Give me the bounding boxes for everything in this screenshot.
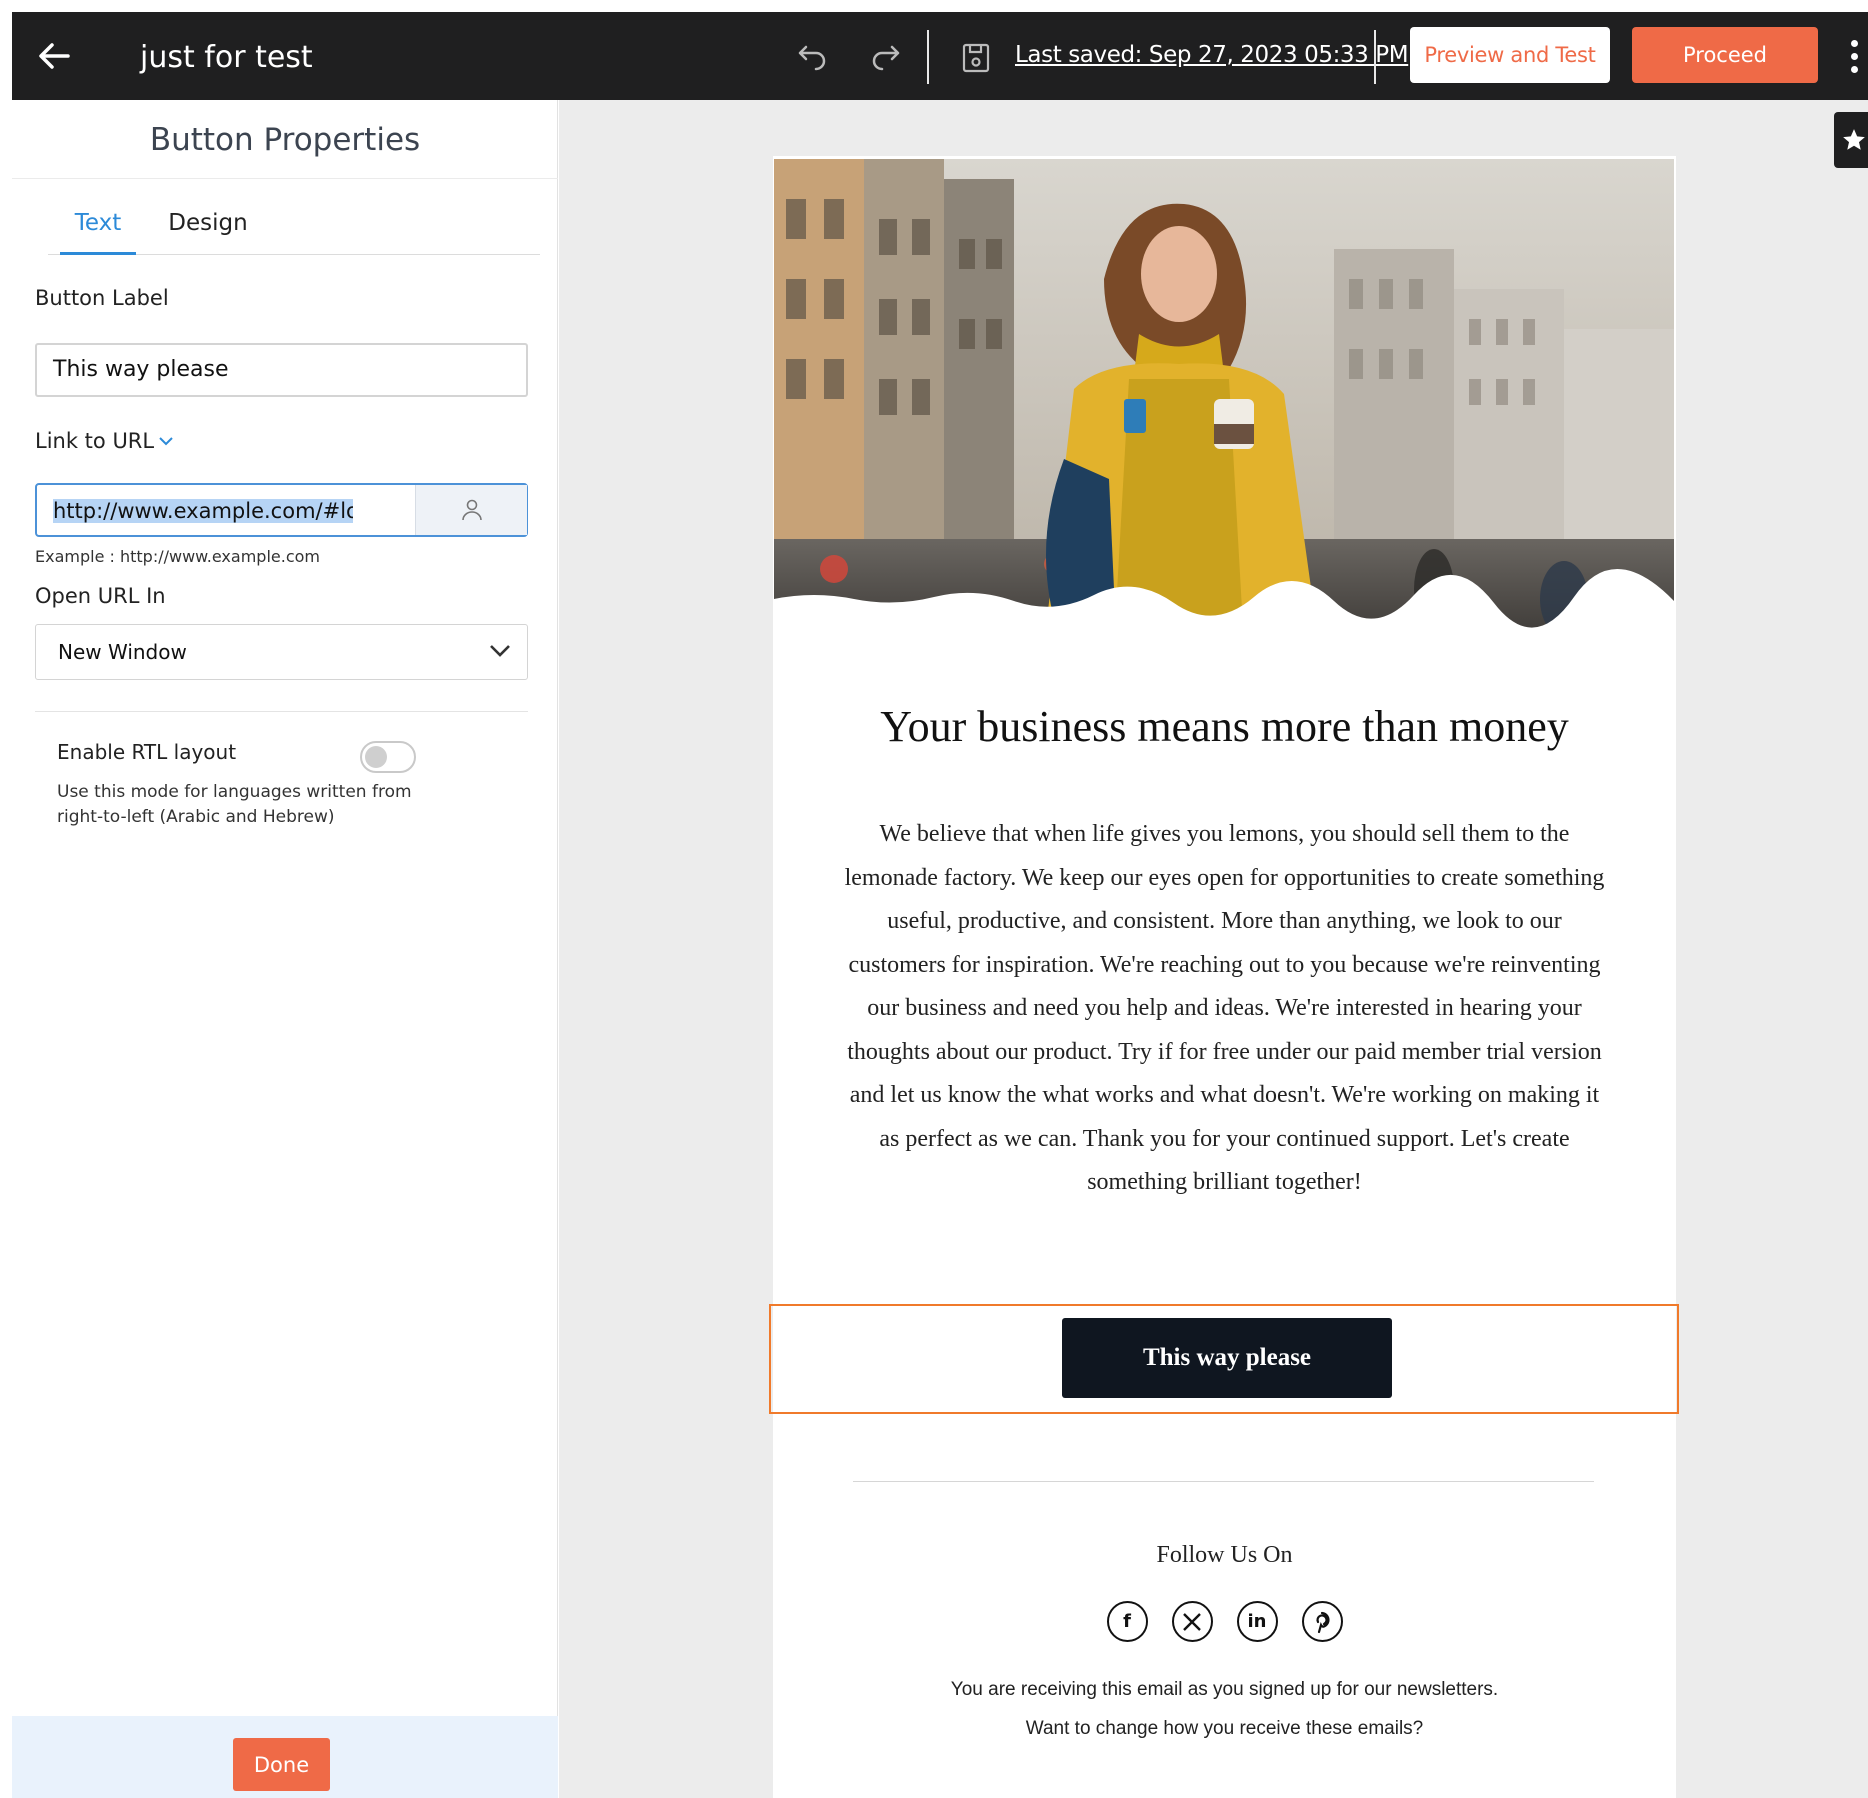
- link-to-url-label: Link to URL: [35, 429, 155, 453]
- url-hint: Example : http://www.example.com: [35, 547, 320, 566]
- last-saved-link[interactable]: Last saved: Sep 27, 2023 05:33 PM: [1015, 42, 1409, 68]
- open-url-in-label: Open URL In: [35, 584, 166, 608]
- facebook-icon[interactable]: f: [1106, 1601, 1148, 1642]
- divider: [927, 30, 929, 84]
- follow-us-label: Follow Us On: [1156, 1542, 1293, 1568]
- email-preview: Your business means more than money We b…: [769, 156, 1679, 1798]
- pinterest-icon[interactable]: [1301, 1601, 1343, 1642]
- top-bar: just for test Last saved: Sep 27, 2023 0…: [12, 12, 1868, 100]
- undo-icon[interactable]: [792, 38, 832, 78]
- open-url-in-value: New Window: [58, 640, 187, 664]
- divider: [12, 178, 558, 179]
- url-input[interactable]: http://www.example.com/#loloya: [53, 499, 353, 523]
- newsletter-notice: You are receiving this email as you sign…: [950, 1679, 1499, 1700]
- cta-button[interactable]: This way please: [1062, 1318, 1392, 1398]
- divider: [35, 711, 528, 712]
- hero-image[interactable]: [774, 159, 1674, 645]
- panel-footer: Done: [12, 1716, 558, 1798]
- url-field[interactable]: http://www.example.com/#loloya: [35, 483, 528, 537]
- redo-icon[interactable]: [866, 38, 906, 78]
- more-options-icon[interactable]: [1842, 32, 1866, 80]
- button-label-title: Button Label: [35, 286, 169, 310]
- star-icon[interactable]: [1834, 112, 1868, 168]
- tab-design[interactable]: Design: [160, 210, 256, 255]
- email-headline[interactable]: Your business means more than money: [773, 701, 1676, 752]
- linkedin-icon[interactable]: in: [1236, 1601, 1278, 1642]
- social-icons: f in: [773, 1601, 1676, 1645]
- rtl-toggle[interactable]: [360, 741, 416, 773]
- panel-title: Button Properties: [149, 122, 421, 158]
- chevron-down-icon: [490, 645, 510, 657]
- button-label-input[interactable]: This way please: [35, 343, 528, 397]
- preview-and-test-button[interactable]: Preview and Test: [1410, 27, 1610, 83]
- save-icon[interactable]: [956, 38, 996, 78]
- selected-button-block[interactable]: This way please: [769, 1304, 1679, 1414]
- rtl-description: Use this mode for languages written from…: [57, 782, 412, 827]
- toggle-knob: [365, 746, 387, 768]
- chevron-down-icon: [159, 437, 173, 446]
- campaign-title: just for test: [140, 40, 313, 75]
- properties-panel: Button Properties Text Design Button Lab…: [12, 100, 558, 1798]
- email-body[interactable]: We believe that when life gives you lemo…: [843, 813, 1606, 1205]
- open-url-in-select[interactable]: New Window: [35, 624, 528, 680]
- property-tabs: Text Design: [48, 210, 540, 255]
- rtl-title: Enable RTL layout: [57, 740, 237, 764]
- divider: [853, 1481, 1594, 1482]
- tab-text[interactable]: Text: [60, 210, 136, 255]
- x-icon[interactable]: [1171, 1601, 1213, 1642]
- link-to-url-dropdown[interactable]: Link to URL: [35, 429, 174, 453]
- editor-canvas: Your business means more than money We b…: [559, 100, 1868, 1798]
- back-arrow-icon[interactable]: [32, 34, 76, 78]
- done-button[interactable]: Done: [233, 1738, 330, 1791]
- divider: [1374, 30, 1376, 84]
- manage-preferences-text[interactable]: Want to change how you receive these ema…: [773, 1718, 1676, 1740]
- proceed-button[interactable]: Proceed: [1632, 27, 1818, 83]
- merge-tag-person-icon[interactable]: [415, 485, 527, 535]
